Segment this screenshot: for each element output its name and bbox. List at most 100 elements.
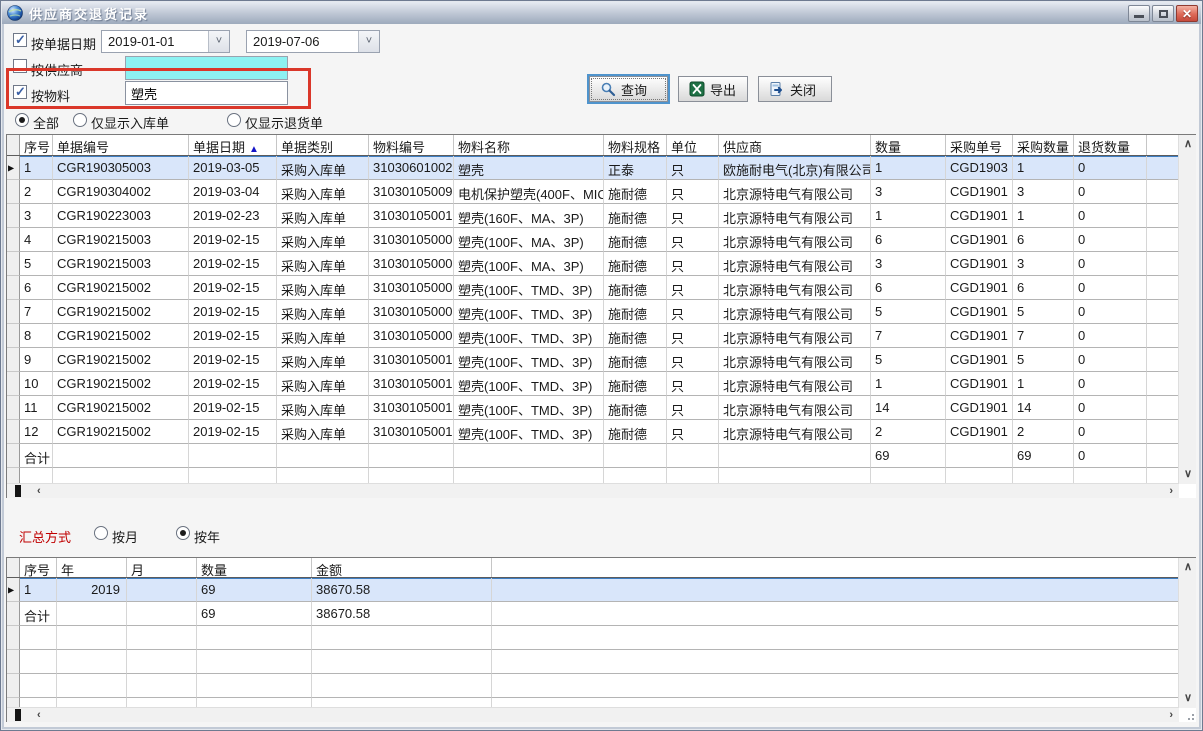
cell <box>946 468 1013 484</box>
cell: 采购入库单 <box>277 372 369 396</box>
main-vertical-scrollbar[interactable]: ∧ ∨ <box>1178 135 1196 484</box>
scroll-left-icon[interactable]: ‹ <box>37 708 41 723</box>
chevron-down-icon[interactable]: ˅ <box>208 31 229 52</box>
scroll-thumb[interactable] <box>15 709 21 721</box>
table-row[interactable]: 9CGR1902150022019-02-15采购入库单31030105001塑… <box>7 348 1196 372</box>
table-row[interactable]: 4CGR1902150032019-02-15采购入库单31030105000塑… <box>7 228 1196 252</box>
main-horizontal-scrollbar[interactable]: ‹ › <box>7 483 1179 498</box>
column-header[interactable]: 退货数量 <box>1074 135 1147 155</box>
cell: CGR190215002 <box>53 372 189 396</box>
table-row[interactable]: 合计6938670.58 <box>7 602 1196 626</box>
table-row[interactable]: 5CGR1902150032019-02-15采购入库单31030105000塑… <box>7 252 1196 276</box>
radio-returns-only[interactable] <box>227 113 241 127</box>
radio-by-year[interactable] <box>176 526 190 540</box>
table-row[interactable]: 2CGR1903040022019-03-04采购入库单31030105009电… <box>7 180 1196 204</box>
cell <box>127 578 197 602</box>
exit-icon <box>769 81 785 97</box>
cell: 31030105009 <box>369 180 454 204</box>
close-form-button-label: 关闭 <box>790 80 816 99</box>
scroll-down-icon[interactable]: ∨ <box>1184 467 1192 482</box>
cell: 施耐德 <box>604 372 667 396</box>
column-header[interactable]: 物料编号 <box>369 135 454 155</box>
export-button[interactable]: 导出 <box>678 76 748 102</box>
table-row[interactable]: 3CGR1902230032019-02-23采购入库单31030105001塑… <box>7 204 1196 228</box>
maximize-button[interactable] <box>1152 5 1174 22</box>
date-to-combobox[interactable]: 2019-07-06 ˅ <box>246 30 380 53</box>
close-form-button[interactable]: 关闭 <box>758 76 832 102</box>
table-row[interactable]: 12CGR1902150022019-02-15采购入库单31030105001… <box>7 420 1196 444</box>
column-header[interactable]: 物料规格 <box>604 135 667 155</box>
cell <box>871 468 946 484</box>
column-header[interactable]: 采购单号 <box>946 135 1013 155</box>
table-row[interactable]: 11CGR1902150022019-02-15采购入库单31030105001… <box>7 396 1196 420</box>
column-header[interactable]: 采购数量 <box>1013 135 1074 155</box>
by-date-label: 按单据日期 <box>31 34 96 53</box>
empty-row[interactable] <box>7 626 1196 650</box>
table-row[interactable]: ▶120196938670.58 <box>7 578 1196 602</box>
close-button[interactable]: ✕ <box>1176 5 1198 22</box>
main-table: 序号单据编号单据日期▲单据类别物料编号物料名称物料规格单位供应商数量采购单号采购… <box>6 134 1196 498</box>
cell: 电机保护塑壳(400F、MIC1. <box>454 180 604 204</box>
summary-horizontal-scrollbar[interactable]: ‹ › <box>7 707 1179 722</box>
radio-by-month[interactable] <box>94 526 108 540</box>
scroll-right-icon[interactable]: › <box>1169 708 1173 723</box>
table-row[interactable]: 10CGR1902150022019-02-15采购入库单31030105001… <box>7 372 1196 396</box>
by-supplier-checkbox[interactable] <box>13 59 27 73</box>
scroll-left-icon[interactable]: ‹ <box>37 484 41 499</box>
column-header[interactable]: 年 <box>57 558 127 577</box>
summary-vertical-scrollbar[interactable]: ∧ ∨ <box>1178 558 1196 708</box>
cell: 31030105001 <box>369 396 454 420</box>
empty-row[interactable] <box>7 468 1196 484</box>
by-material-checkbox[interactable]: ✓ <box>13 85 27 99</box>
main-table-header: 序号单据编号单据日期▲单据类别物料编号物料名称物料规格单位供应商数量采购单号采购… <box>7 135 1179 156</box>
by-date-checkbox[interactable]: ✓ <box>13 33 27 47</box>
cell <box>1147 204 1179 228</box>
app-window: 供应商交退货记录 ✕ ✓ 按单据日期 2019-01-01 ˅ 2019-07-… <box>0 0 1203 731</box>
radio-inbound-only[interactable] <box>73 113 87 127</box>
column-header[interactable]: 序号 <box>20 558 57 577</box>
cell <box>20 468 53 484</box>
column-header[interactable]: 月 <box>127 558 197 577</box>
cell: 塑壳(100F、MA、3P) <box>454 228 604 252</box>
resize-grip[interactable] <box>1181 707 1195 721</box>
table-row[interactable]: 合计69690 <box>7 444 1196 468</box>
cell: 3 <box>20 204 53 228</box>
column-header[interactable]: 序号 <box>20 135 53 155</box>
column-header[interactable]: 单据类别 <box>277 135 369 155</box>
column-header[interactable]: 金额 <box>312 558 492 577</box>
scroll-thumb[interactable] <box>15 485 21 497</box>
maximize-icon <box>1159 10 1168 18</box>
radio-all[interactable] <box>15 113 29 127</box>
column-header[interactable]: 单位 <box>667 135 719 155</box>
date-from-combobox[interactable]: 2019-01-01 ˅ <box>101 30 230 53</box>
column-header[interactable]: 数量 <box>871 135 946 155</box>
column-header[interactable]: 物料名称 <box>454 135 604 155</box>
minimize-button[interactable] <box>1128 5 1150 22</box>
query-button[interactable]: 查询 <box>589 76 668 102</box>
column-header[interactable]: 单据日期▲ <box>189 135 277 155</box>
table-row[interactable]: 6CGR1902150022019-02-15采购入库单31030105000塑… <box>7 276 1196 300</box>
cell: 北京源特电气有限公司 <box>719 204 871 228</box>
column-header[interactable]: 数量 <box>197 558 312 577</box>
empty-row[interactable] <box>7 674 1196 698</box>
cell: 5 <box>1013 348 1074 372</box>
supplier-input[interactable] <box>125 56 288 80</box>
cell: 0 <box>1074 372 1147 396</box>
scroll-right-icon[interactable]: › <box>1169 484 1173 499</box>
radio-returns-only-label: 仅显示退货单 <box>245 113 323 132</box>
scroll-down-icon[interactable]: ∨ <box>1184 691 1192 706</box>
material-input[interactable] <box>125 81 288 105</box>
cell: 6 <box>1013 228 1074 252</box>
table-row[interactable]: 8CGR1902150022019-02-15采购入库单31030105000塑… <box>7 324 1196 348</box>
cell <box>53 444 189 468</box>
table-row[interactable]: ▶1CGR1903050032019-03-05采购入库单31030601002… <box>7 156 1196 180</box>
column-header[interactable]: 单据编号 <box>53 135 189 155</box>
column-header[interactable]: 供应商 <box>719 135 871 155</box>
table-row[interactable]: 7CGR1902150022019-02-15采购入库单31030105000塑… <box>7 300 1196 324</box>
scroll-up-icon[interactable]: ∧ <box>1184 560 1192 575</box>
empty-row[interactable] <box>7 650 1196 674</box>
cell: CGR190215002 <box>53 324 189 348</box>
scroll-up-icon[interactable]: ∧ <box>1184 137 1192 152</box>
row-indicator: ▶ <box>7 578 20 602</box>
chevron-down-icon[interactable]: ˅ <box>358 31 379 52</box>
